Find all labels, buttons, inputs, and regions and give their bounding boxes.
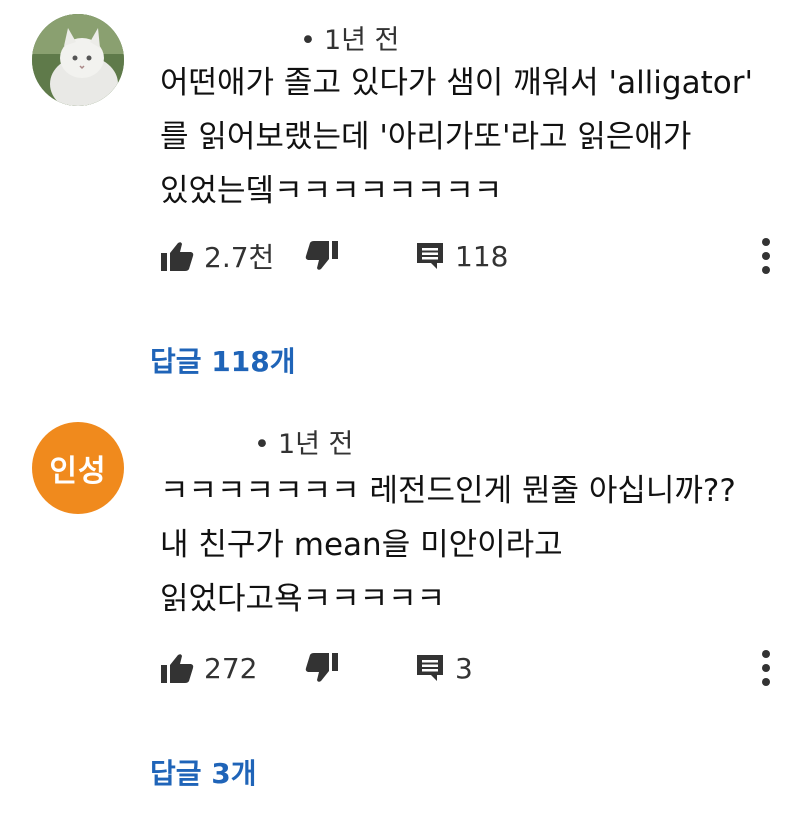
comment-line: 내 친구가 mean을 미안이라고 [160,527,563,563]
reply-count: 3 [455,651,473,685]
like-button[interactable]: 2.7천 [160,236,274,276]
reply-button[interactable]: 118 [415,236,508,276]
comment-line: 있었는뎈ㅋㅋㅋㅋㅋㅋㅋㅋ [160,173,503,209]
comment-text: ㅋㅋㅋㅋㅋㅋㅋ 레전드인게 뭔줄 아십니까?? 내 친구가 mean을 미안이라… [160,464,736,626]
avatar-text: 인성 [49,454,107,489]
more-vertical-icon[interactable] [760,650,772,686]
thumbs-up-icon [161,654,194,683]
dislike-button[interactable] [305,236,339,276]
comment-line: ㅋㅋㅋㅋㅋㅋㅋ 레전드인게 뭔줄 아십니까?? [160,473,736,509]
view-replies-link[interactable]: 답글 3개 [150,752,257,792]
comment-line: 를 읽어보랬는데 '아리가또'라고 읽은애가 [160,119,692,155]
cat-photo-icon [32,14,124,106]
comment-line: 어떤애가 졸고 있다가 샘이 깨워서 'alligator' [160,65,753,101]
reply-count: 118 [455,239,509,273]
comment-line: 읽었다고욕ㅋㅋㅋㅋㅋ [160,581,446,617]
comment-icon [417,243,443,269]
avatar-cat[interactable] [32,14,124,106]
comment-icon [417,655,443,681]
comment-1: • 1년 전 어떤애가 졸고 있다가 샘이 깨워서 'alligator' 를 읽… [0,0,800,400]
thumbs-down-icon [305,241,338,270]
comment-time: • 1년 전 [254,429,354,460]
more-vertical-icon[interactable] [760,238,772,274]
like-count: 2.7천 [204,241,275,274]
like-button[interactable]: 272 [160,648,257,688]
comment-actions: 2.7천 118 [160,236,780,276]
comment-actions: 272 3 [160,648,780,688]
avatar-insung[interactable]: 인성 [32,422,124,514]
comment-text: 어떤애가 졸고 있다가 샘이 깨워서 'alligator' 를 읽어보랬는데 … [160,56,753,218]
thumbs-up-icon [161,242,194,271]
reply-button[interactable]: 3 [415,648,473,688]
comment-time: • 1년 전 [300,25,400,56]
dislike-button[interactable] [305,648,339,688]
like-count: 272 [204,651,258,685]
view-replies-link[interactable]: 답글 118개 [150,340,295,380]
comment-2: 인성 • 1년 전 ㅋㅋㅋㅋㅋㅋㅋ 레전드인게 뭔줄 아십니까?? 내 친구가 m… [0,400,800,816]
thumbs-down-icon [305,653,338,682]
